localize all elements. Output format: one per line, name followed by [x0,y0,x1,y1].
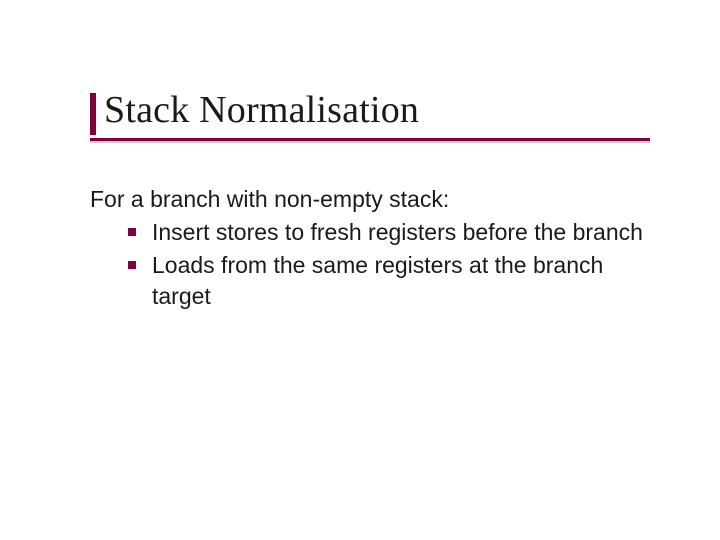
square-bullet-icon [128,261,136,269]
slide-title: Stack Normalisation [104,88,650,132]
slide: Stack Normalisation For a branch with no… [0,0,720,540]
list-item-text: Insert stores to fresh registers before … [152,219,643,245]
title-underline-shadow [90,141,650,143]
title-block: Stack Normalisation [90,88,650,143]
body-block: For a branch with non-empty stack: Inser… [90,184,650,314]
bullet-list: Insert stores to fresh registers before … [90,217,650,312]
square-bullet-icon [128,228,136,236]
title-accent-bar [90,93,96,135]
list-item: Loads from the same registers at the bra… [128,250,650,312]
list-item-text: Loads from the same registers at the bra… [152,252,603,309]
lead-text: For a branch with non-empty stack: [90,184,650,215]
list-item: Insert stores to fresh registers before … [128,217,650,248]
